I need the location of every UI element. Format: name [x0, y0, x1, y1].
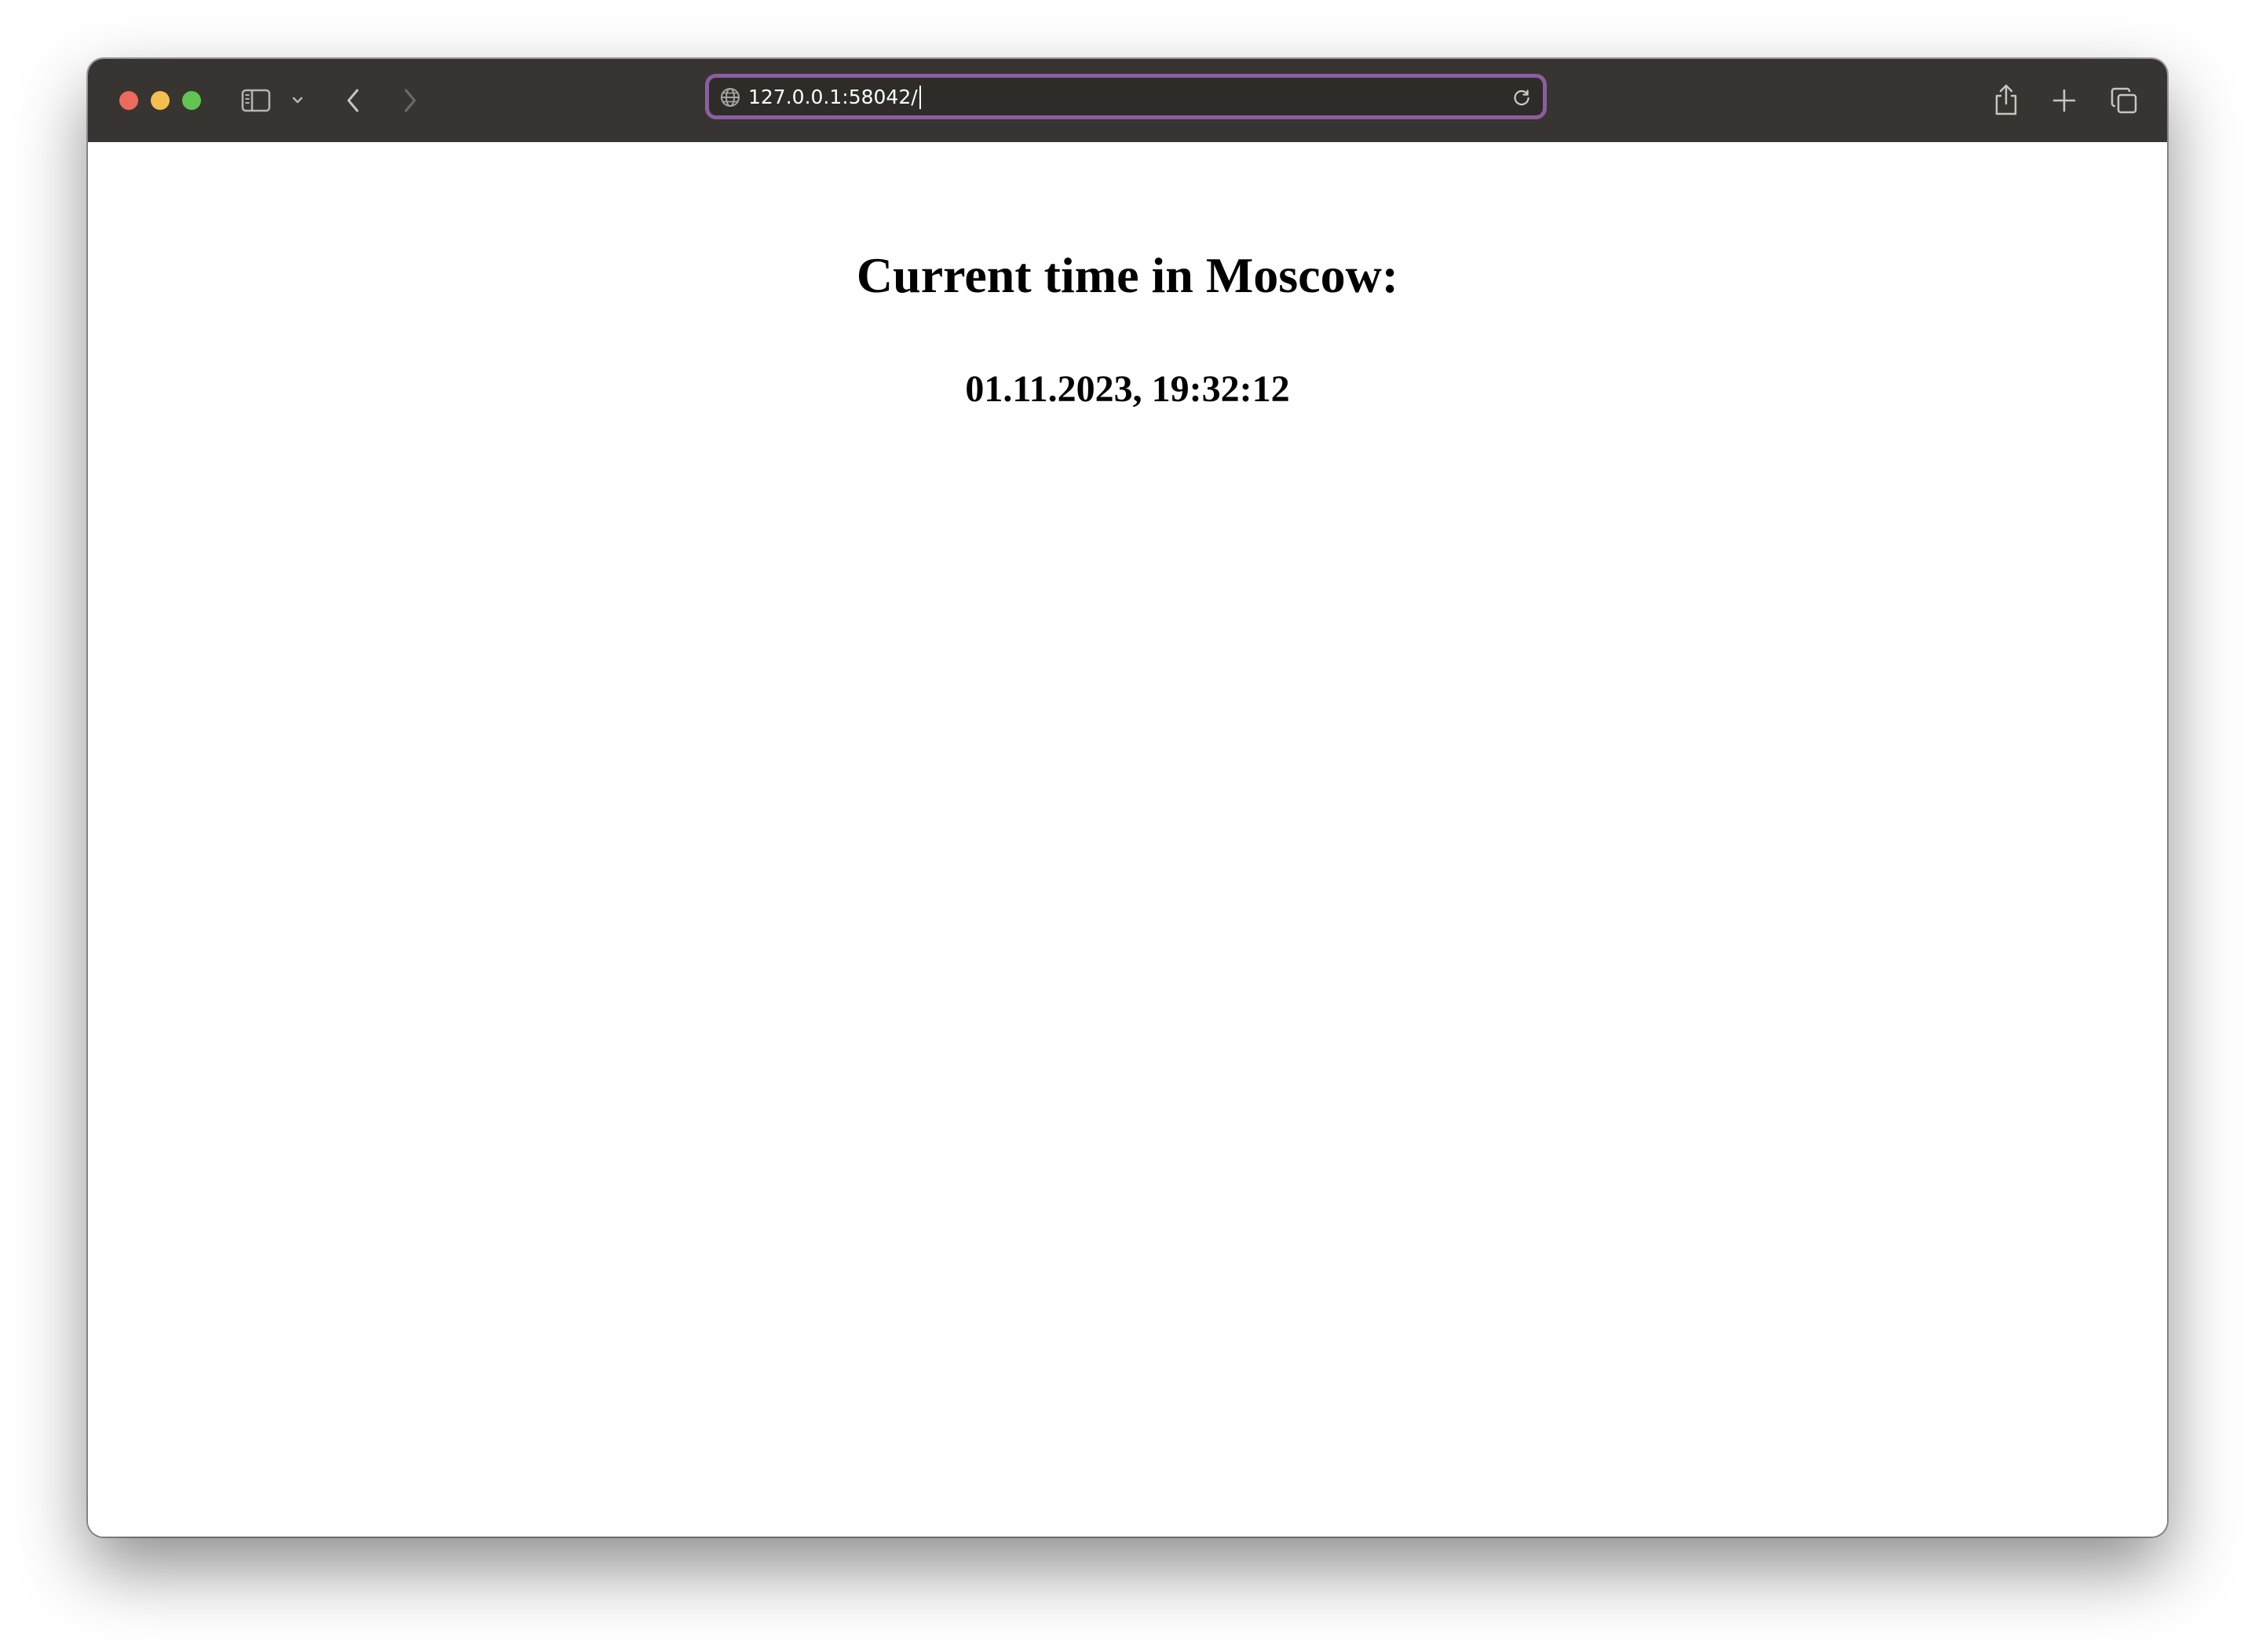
tab-overview-icon[interactable]	[2109, 86, 2139, 115]
browser-toolbar: 127.0.0.1:58042/	[88, 59, 2167, 144]
url-value: 127.0.0.1:58042/	[748, 86, 918, 108]
reload-icon[interactable]	[1511, 87, 1532, 111]
page-content: Current time in Moscow: 01.11.2023, 19:3…	[88, 142, 2167, 1537]
forward-icon[interactable]	[400, 87, 419, 114]
chevron-down-icon[interactable]	[291, 93, 305, 108]
sidebar-icon[interactable]	[240, 88, 272, 113]
close-window-button[interactable]	[119, 91, 138, 110]
page-heading: Current time in Moscow:	[856, 247, 1399, 303]
share-icon[interactable]	[1993, 82, 2019, 117]
text-caret	[919, 86, 921, 109]
browser-window: 127.0.0.1:58042/ Current time in Moscow:…	[88, 59, 2167, 1537]
back-icon[interactable]	[344, 87, 363, 114]
moscow-time: 01.11.2023, 19:32:12	[965, 368, 1290, 410]
globe-icon	[720, 87, 740, 111]
maximize-window-button[interactable]	[182, 91, 201, 110]
minimize-window-button[interactable]	[151, 91, 170, 110]
address-bar[interactable]: 127.0.0.1:58042/	[705, 74, 1547, 119]
new-tab-icon[interactable]	[2051, 87, 2078, 114]
url-text[interactable]: 127.0.0.1:58042/	[748, 86, 921, 109]
